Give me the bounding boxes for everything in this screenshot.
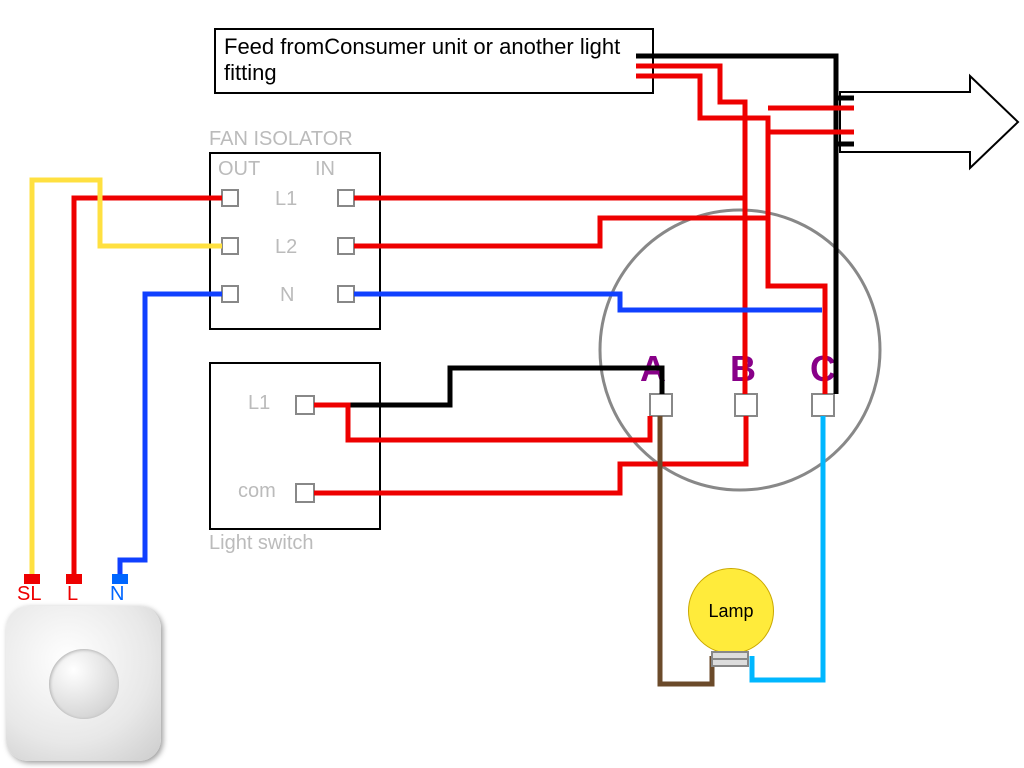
light-switch-terminals xyxy=(296,396,314,502)
fan-terminal-pads xyxy=(24,574,128,584)
junction-terminals xyxy=(650,394,834,416)
next-light-arrow xyxy=(840,76,1018,168)
wiring-svg xyxy=(0,0,1024,768)
wires-cyan xyxy=(752,416,823,680)
fan-isolator-terminals xyxy=(222,190,354,302)
wires-brown xyxy=(660,416,712,684)
lamp-base-icon xyxy=(712,652,748,666)
wires-yellow xyxy=(32,180,222,574)
wires-red xyxy=(74,66,854,574)
wires-blue xyxy=(120,294,822,574)
